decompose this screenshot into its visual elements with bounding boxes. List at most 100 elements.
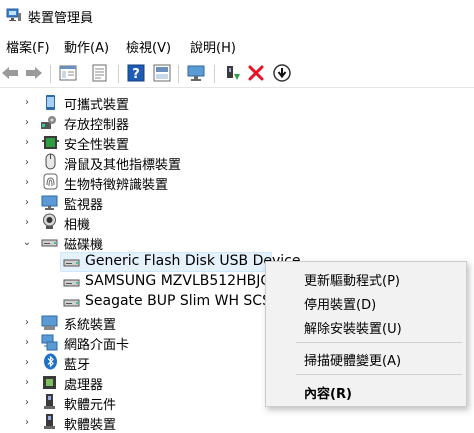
context-menu: 更新驅動程式(P) 停用裝置(D) 解除安裝裝置(U) 掃描硬體變更(A) 內容… [265,261,467,407]
software-device-icon [44,414,55,429]
mouse-icon [45,153,56,170]
context-properties[interactable]: 內容(R) [304,383,352,402]
context-disable-device[interactable]: 停用裝置(D) [304,294,376,313]
chevron-right-icon[interactable]: › [22,157,32,168]
context-separator [296,342,462,343]
chevron-right-icon[interactable]: › [22,337,32,348]
chevron-right-icon[interactable]: › [22,397,32,408]
portable-device-icon [46,95,55,110]
security-device-icon [42,136,59,149]
tree-item-network-adapters[interactable]: › 網路介面卡 [0,332,260,353]
properties-button[interactable] [90,63,110,83]
properties-pane-icon [59,65,77,81]
menu-view[interactable]: 檢視(V) [126,37,171,56]
title-bar: 裝置管理員 [0,0,474,32]
processor-icon [43,376,56,389]
svg-text:?: ? [132,67,140,82]
disk-drive-icon [41,239,58,247]
menu-help[interactable]: 說明(H) [190,37,236,56]
fingerprint-icon [43,173,58,190]
back-button[interactable] [0,63,20,83]
menu-bar: 檔案(F) 動作(A) 檢視(V) 說明(H) [0,34,474,56]
tree-item-storage-controllers[interactable]: › 存放控制器 [0,112,260,133]
context-update-driver[interactable]: 更新驅動程式(P) [304,270,400,289]
tree-item-label: 軟體裝置 [64,418,117,433]
tree-item-label: Seagate BUP Slim WH SCSI D [85,293,291,309]
scan-download-icon [273,64,291,82]
tree-item-label: 監視器 [64,198,104,213]
toolbar-separator [214,65,215,83]
tree-item-cameras[interactable]: › 相機 [0,212,260,233]
context-uninstall-device[interactable]: 解除安裝裝置(U) [304,318,402,337]
toolbar-separator [50,65,51,83]
toolbar-separator [178,65,179,83]
chevron-right-icon[interactable]: › [22,97,32,108]
tree-item-label: 安全性裝置 [64,138,130,153]
chevron-right-icon[interactable]: › [22,197,32,208]
driver-icon [92,64,107,82]
tree-item-security-devices[interactable]: › 安全性裝置 [0,132,260,153]
tree-item-processors[interactable]: › 處理器 [0,372,260,393]
chevron-right-icon[interactable]: › [22,137,32,148]
monitor-button[interactable] [186,63,206,83]
tree-item-disk-drives[interactable]: ⌄ 磁碟機 [0,232,260,254]
toolbar: ? [0,59,474,88]
tree-item-label: 相機 [64,218,91,233]
storage-controller-icon [41,116,56,129]
tree-item-label: 可攜式裝置 [64,98,130,113]
tree-item-label: 網路介面卡 [64,338,130,353]
update-driver-button[interactable] [222,63,242,83]
chevron-down-icon[interactable]: ⌄ [22,237,32,248]
show-hide-console-tree-button[interactable] [58,63,78,83]
device-manager-icon [6,8,21,21]
tree-item-software-components[interactable]: › 軟體元件 [0,392,260,413]
monitor-icon [41,195,58,210]
tree-item-label: 生物特徵辨識裝置 [64,178,169,193]
tree-item-portable-devices[interactable]: › 可攜式裝置 [0,92,260,113]
show-hidden-button[interactable] [152,63,172,83]
forward-button[interactable] [24,63,44,83]
tree-item-bluetooth[interactable]: › 藍牙 [0,352,260,373]
tree-item-monitors[interactable]: › 監視器 [0,192,260,213]
uninstall-button[interactable] [246,63,266,83]
chevron-right-icon[interactable]: › [22,317,32,328]
disk-drive-icon [63,279,80,287]
tree-item-mice[interactable]: › 滑鼠及其他指標裝置 [0,152,260,173]
tree-item-label: SAMSUNG MZVLB512HBJQ-0 [85,273,286,289]
context-scan-hardware[interactable]: 掃描硬體變更(A) [304,350,401,369]
chevron-right-icon[interactable]: › [22,117,32,128]
chevron-right-icon[interactable]: › [22,377,32,388]
toolbar-separator [118,65,119,83]
system-device-icon [41,315,58,330]
disk-drive-icon [63,299,80,307]
tree-item-label: 軟體元件 [64,398,117,413]
monitor-icon [187,65,205,81]
tree-item-label: 藍牙 [64,358,91,373]
tree-item-label: 磁碟機 [64,238,104,253]
chevron-right-icon[interactable]: › [22,417,32,428]
scan-hardware-button[interactable] [272,63,292,83]
bluetooth-icon [44,353,57,370]
menu-file[interactable]: 檔案(F) [6,37,50,56]
camera-icon [43,213,56,229]
tree-item-seagate[interactable]: Seagate BUP Slim WH SCSI D [60,292,290,312]
chevron-right-icon[interactable]: › [22,177,32,188]
chevron-right-icon[interactable]: › [22,217,32,228]
window-title: 裝置管理員 [28,11,94,26]
show-hidden-icon [153,64,171,82]
tree-item-biometric[interactable]: › 生物特徵辨識裝置 [0,172,260,193]
tree-item-label: 系統裝置 [64,318,117,333]
tree-item-label: 存放控制器 [64,118,130,133]
network-adapter-icon [41,334,58,351]
tree-item-system-devices[interactable]: › 系統裝置 [0,312,260,333]
help-button[interactable]: ? [126,63,146,83]
disk-drive-icon [63,259,80,267]
menu-action[interactable]: 動作(A) [64,37,109,56]
context-separator [296,374,462,375]
tree-item-generic-flash-disk[interactable]: Generic Flash Disk USB Device [60,252,300,272]
chevron-right-icon[interactable]: › [22,357,32,368]
software-component-icon [44,394,55,409]
tree-item-samsung-ssd[interactable]: SAMSUNG MZVLB512HBJQ-0 [60,272,286,292]
tree-item-label: 處理器 [64,378,104,393]
tree-item-software-devices[interactable]: › 軟體裝置 [0,412,260,433]
